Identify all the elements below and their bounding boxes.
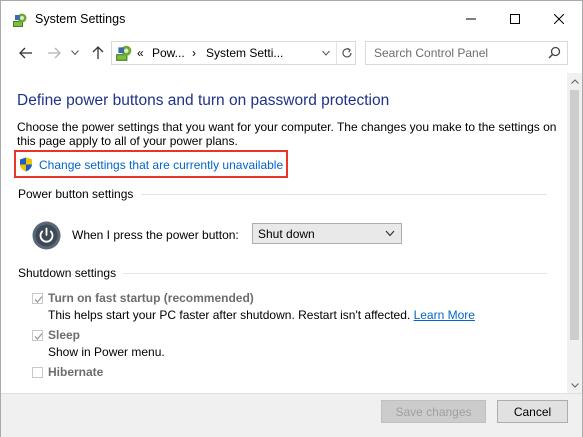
section-divider — [123, 273, 547, 274]
address-dropdown-button[interactable] — [321, 46, 333, 60]
highlight-box: Change settings that are currently unava… — [14, 150, 288, 178]
breadcrumb-power-options[interactable]: Pow... — [152, 46, 185, 60]
search-input[interactable]: Search Control Panel — [374, 46, 488, 60]
up-arrow-icon — [92, 46, 104, 59]
power-button-action-select[interactable]: Shut down — [252, 223, 402, 244]
checkmark-icon — [34, 333, 43, 340]
forward-button[interactable] — [44, 43, 64, 63]
control-panel-icon — [12, 12, 28, 28]
back-button[interactable] — [16, 43, 36, 63]
system-settings-window: System Settings « Pow... › System Setti.… — [0, 0, 583, 437]
close-icon — [554, 14, 564, 24]
maximize-icon — [510, 14, 520, 24]
refresh-button[interactable] — [336, 42, 356, 64]
hibernate-checkbox[interactable] — [32, 367, 43, 378]
uac-shield-icon — [20, 157, 32, 172]
section-divider — [141, 194, 547, 195]
scroll-up-button[interactable] — [567, 73, 582, 89]
hibernate-label: Hibernate — [48, 365, 104, 379]
up-button[interactable] — [88, 43, 108, 63]
breadcrumb-system-settings[interactable]: System Setti... — [206, 46, 283, 60]
cancel-button[interactable]: Cancel — [497, 400, 568, 423]
learn-more-link[interactable]: Learn More — [414, 308, 475, 322]
forward-arrow-icon — [48, 47, 61, 59]
power-button-section-label: Power button settings — [18, 187, 134, 201]
maximize-button[interactable] — [493, 3, 537, 35]
sleep-label: Sleep — [48, 328, 81, 342]
footer-bar: Save changes Cancel — [1, 393, 582, 437]
sleep-description: Show in Power menu. — [48, 345, 165, 359]
fast-startup-checkbox[interactable] — [32, 293, 43, 304]
chevron-down-icon — [385, 230, 395, 237]
minimize-button[interactable] — [449, 3, 493, 35]
page-description: Choose the power settings that you want … — [17, 120, 557, 148]
change-settings-link[interactable]: Change settings that are currently unava… — [39, 158, 283, 172]
power-button-action-value: Shut down — [258, 227, 315, 241]
search-box[interactable]: Search Control Panel — [365, 41, 568, 65]
recent-locations-button[interactable] — [65, 43, 85, 63]
checkmark-icon — [34, 296, 43, 303]
chevron-down-icon — [570, 382, 579, 388]
close-button[interactable] — [537, 3, 581, 35]
scroll-down-button[interactable] — [567, 377, 582, 393]
chevron-up-icon — [570, 78, 579, 84]
back-arrow-icon — [19, 47, 32, 59]
power-button-label: When I press the power button: — [72, 228, 239, 242]
shutdown-section-label: Shutdown settings — [18, 266, 117, 280]
vertical-scrollbar[interactable] — [567, 73, 582, 393]
window-title: System Settings — [35, 12, 126, 26]
search-icon[interactable] — [548, 46, 561, 59]
address-row: « Pow... › System Setti... Search Contro… — [1, 37, 582, 69]
fast-startup-description: This helps start your PC faster after sh… — [48, 308, 475, 322]
address-bar[interactable]: « Pow... › System Setti... — [111, 41, 356, 65]
page-title: Define power buttons and turn on passwor… — [17, 92, 390, 109]
save-changes-button[interactable]: Save changes — [381, 400, 486, 423]
chevron-down-icon — [322, 50, 330, 56]
title-bar[interactable]: System Settings — [1, 1, 582, 37]
content-pane: Define power buttons and turn on passwor… — [1, 73, 567, 393]
power-icon — [32, 221, 61, 250]
chevron-down-icon — [71, 50, 79, 56]
sleep-checkbox[interactable] — [32, 330, 43, 341]
breadcrumb-overflow[interactable]: « — [137, 46, 144, 60]
fast-startup-label: Turn on fast startup (recommended) — [48, 291, 254, 305]
minimize-icon — [466, 18, 476, 20]
scroll-thumb[interactable] — [570, 90, 579, 340]
control-panel-icon — [115, 44, 133, 62]
breadcrumb-separator[interactable]: › — [192, 46, 196, 60]
refresh-icon — [341, 47, 352, 58]
